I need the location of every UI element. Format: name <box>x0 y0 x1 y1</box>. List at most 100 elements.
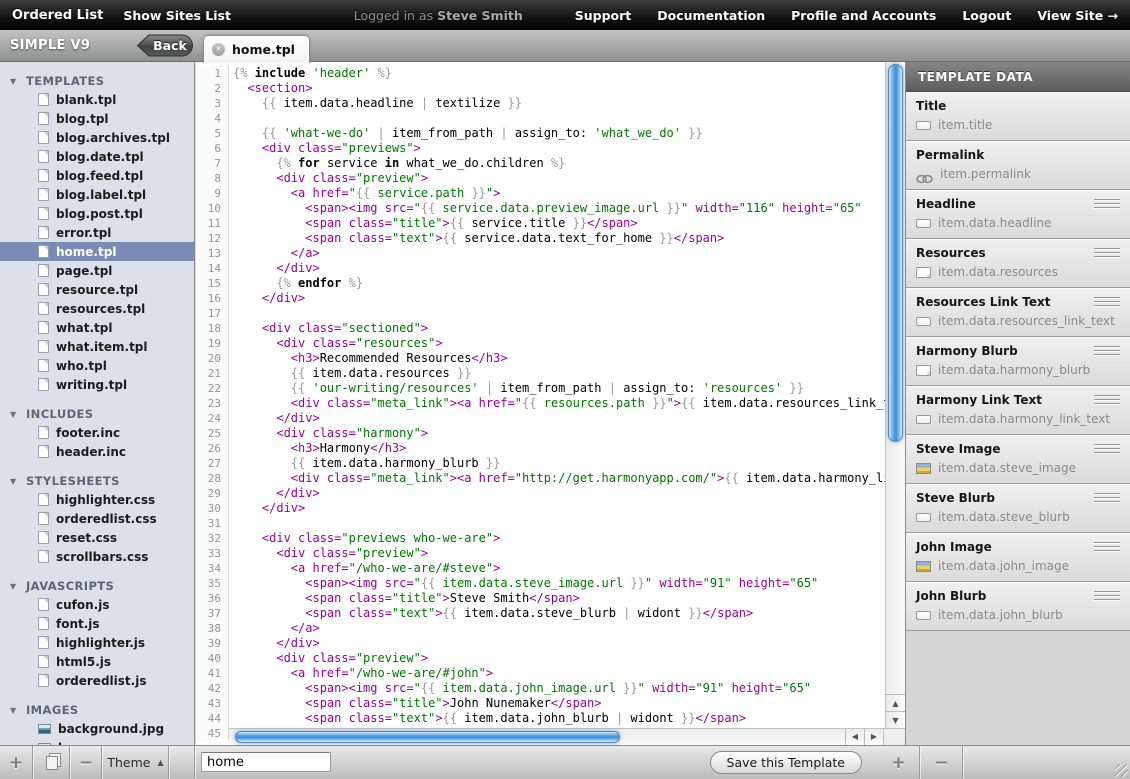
sidebar-section-header[interactable]: ▼TEMPLATES <box>0 72 194 90</box>
sidebar-item-home.tpl[interactable]: home.tpl <box>0 242 194 261</box>
sidebar-section-header[interactable]: ▼INCLUDES <box>0 405 194 423</box>
sidebar-item-orderedlist.js[interactable]: orderedlist.js <box>0 671 194 690</box>
line-number: 10 <box>196 201 229 216</box>
sidebar-item-bg.png[interactable]: bg.png <box>0 738 194 745</box>
line-number: 12 <box>196 231 229 246</box>
tab-close-icon[interactable]: ✕ <box>212 43 225 56</box>
code-line: 34 <a href="/who-we-are/#steve"> <box>196 561 905 576</box>
field-path-row: item.data.steve_blurb <box>916 510 1120 524</box>
sidebar-section-header[interactable]: ▼STYLESHEETS <box>0 472 194 490</box>
topbar-link[interactable]: View Site → <box>1037 8 1118 23</box>
drag-handle-icon[interactable] <box>1094 346 1120 356</box>
sidebar-item-highlighter.css[interactable]: highlighter.css <box>0 490 194 509</box>
vertical-scrollbar-thumb[interactable] <box>888 64 903 442</box>
sidebar-item-scrollbars.css[interactable]: scrollbars.css <box>0 547 194 566</box>
horizontal-scrollbar[interactable]: ◀ ▶ <box>229 728 883 745</box>
drag-handle-icon[interactable] <box>1094 395 1120 405</box>
scroll-left-button[interactable]: ◀ <box>845 729 864 745</box>
sidebar-item-label: writing.tpl <box>56 378 127 392</box>
textarea-icon <box>916 267 931 278</box>
sidebar-item-header.inc[interactable]: header.inc <box>0 442 194 461</box>
sidebar-item-blog.tpl[interactable]: blog.tpl <box>0 109 194 128</box>
file-icon <box>38 150 49 163</box>
template-data-card: John Imageitem.data.john_image <box>906 533 1130 582</box>
scroll-right-button[interactable]: ▶ <box>864 729 883 745</box>
sidebar-item-cufon.js[interactable]: cufon.js <box>0 595 194 614</box>
sidebar-item-resources.tpl[interactable]: resources.tpl <box>0 299 194 318</box>
triangle-down-icon: ▼ <box>10 410 26 419</box>
duplicate-file-button[interactable] <box>34 746 70 779</box>
drag-handle-icon[interactable] <box>1094 542 1120 552</box>
tab-home-tpl[interactable]: ✕ home.tpl <box>203 35 310 63</box>
remove-field-button[interactable]: − <box>921 746 963 779</box>
topbar-link[interactable]: Support <box>575 8 632 23</box>
drag-handle-icon[interactable] <box>1094 248 1120 258</box>
sidebar-item-label: page.tpl <box>56 264 112 278</box>
drag-handle-icon[interactable] <box>1094 444 1120 454</box>
file-icon <box>38 636 49 649</box>
sidebar-item-blog.label.tpl[interactable]: blog.label.tpl <box>0 185 194 204</box>
logged-in-status: Logged in as Steve Smith <box>354 8 523 23</box>
drag-handle-icon[interactable] <box>1094 199 1120 209</box>
line-content: <span><img src="{{ item.data.john_image.… <box>229 681 811 696</box>
sidebar-item-blog.feed.tpl[interactable]: blog.feed.tpl <box>0 166 194 185</box>
sidebar-item-label: scrollbars.css <box>56 550 148 564</box>
sidebar-item-page.tpl[interactable]: page.tpl <box>0 261 194 280</box>
triangle-up-icon: ▲ <box>157 758 163 767</box>
sidebar-item-reset.css[interactable]: reset.css <box>0 528 194 547</box>
drag-handle-icon[interactable] <box>1094 297 1120 307</box>
sidebar-item-html5.js[interactable]: html5.js <box>0 652 194 671</box>
sidebar-item-orderedlist.css[interactable]: orderedlist.css <box>0 509 194 528</box>
topbar-link[interactable]: Documentation <box>657 8 765 23</box>
sidebar-item-blog.date.tpl[interactable]: blog.date.tpl <box>0 147 194 166</box>
line-number: 20 <box>196 351 229 366</box>
file-icon <box>38 245 49 258</box>
sidebar-section-header[interactable]: ▼JAVASCRIPTS <box>0 577 194 595</box>
add-field-button[interactable]: + <box>878 746 920 779</box>
sidebar-item-blog.post.tpl[interactable]: blog.post.tpl <box>0 204 194 223</box>
sidebar-item-error.tpl[interactable]: error.tpl <box>0 223 194 242</box>
topbar-link[interactable]: Profile and Accounts <box>791 8 936 23</box>
sidebar-item-footer.inc[interactable]: footer.inc <box>0 423 194 442</box>
horizontal-scrollbar-thumb[interactable] <box>235 731 620 743</box>
file-icon <box>38 550 49 563</box>
code-line: 33 <div class="preview"> <box>196 546 905 561</box>
sidebar-item-who.tpl[interactable]: who.tpl <box>0 356 194 375</box>
sidebar-item-highlighter.js[interactable]: highlighter.js <box>0 633 194 652</box>
sidebar-item-label: error.tpl <box>56 226 111 240</box>
code-line: 32 <div class="previews who-we-are"> <box>196 531 905 546</box>
sidebar-item-what.item.tpl[interactable]: what.item.tpl <box>0 337 194 356</box>
remove-file-button[interactable]: − <box>71 746 102 779</box>
sidebar-item-background.jpg[interactable]: background.jpg <box>0 719 194 738</box>
code-line: 13 </a> <box>196 246 905 261</box>
line-number: 32 <box>196 531 229 546</box>
sidebar-item-writing.tpl[interactable]: writing.tpl <box>0 375 194 394</box>
file-icon <box>38 131 49 144</box>
show-sites-list-link[interactable]: Show Sites List <box>123 8 231 23</box>
back-button[interactable]: Back <box>136 34 194 57</box>
sidebar-section-header[interactable]: ▼IMAGES <box>0 701 194 719</box>
scroll-up-button[interactable]: ▲ <box>886 694 905 711</box>
save-template-button[interactable]: Save this Template <box>710 751 862 774</box>
text-field-icon <box>916 415 931 424</box>
add-file-button[interactable]: + <box>0 746 33 779</box>
drag-handle-icon[interactable] <box>1094 591 1120 601</box>
resize-grip[interactable] <box>1115 764 1128 777</box>
sidebar-item-blank.tpl[interactable]: blank.tpl <box>0 90 194 109</box>
field-path: item.title <box>938 118 992 132</box>
sidebar-item-font.js[interactable]: font.js <box>0 614 194 633</box>
template-name-input[interactable] <box>201 752 331 772</box>
line-number: 8 <box>196 171 229 186</box>
drag-handle-icon[interactable] <box>1094 493 1120 503</box>
scroll-down-button[interactable]: ▼ <box>886 711 905 728</box>
line-content: <div class="resources"> <box>229 336 443 351</box>
sidebar-item-what.tpl[interactable]: what.tpl <box>0 318 194 337</box>
sidebar-item-blog.archives.tpl[interactable]: blog.archives.tpl <box>0 128 194 147</box>
code-editor[interactable]: 1{% include 'header' %}2 <section>3 {{ i… <box>196 62 905 745</box>
line-content: <h3>Recommended Resources</h3> <box>229 351 508 366</box>
theme-menu-button[interactable]: Theme ▲ <box>103 746 169 779</box>
brand-logo[interactable]: Ordered List <box>12 8 103 23</box>
sidebar-item-resource.tpl[interactable]: resource.tpl <box>0 280 194 299</box>
vertical-scrollbar[interactable]: ▲ ▼ <box>885 62 905 728</box>
topbar-link[interactable]: Logout <box>962 8 1011 23</box>
